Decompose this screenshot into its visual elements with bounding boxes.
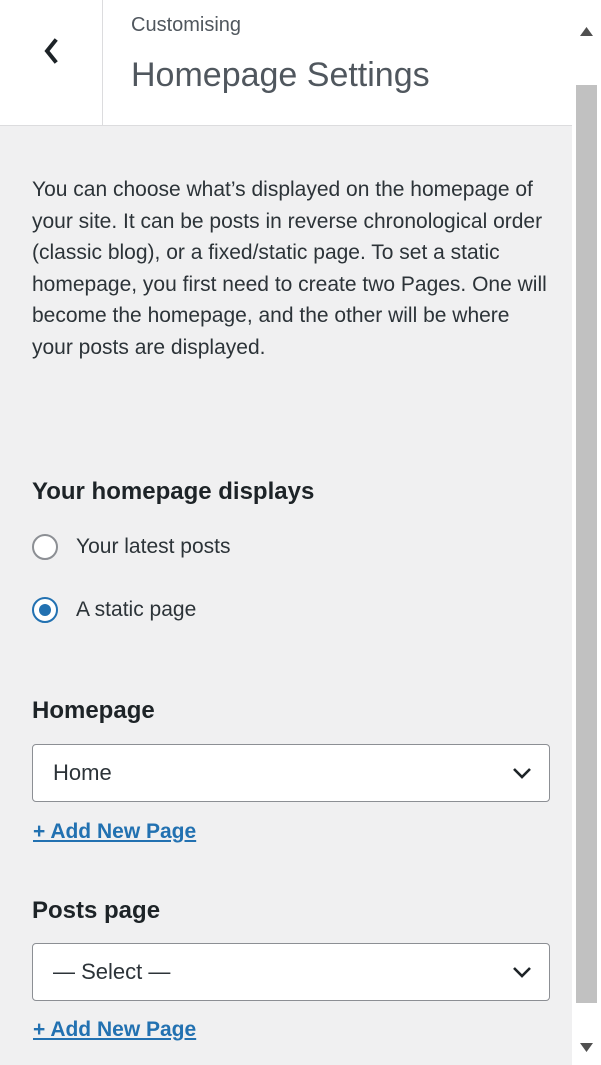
triangle-up-icon[interactable] bbox=[580, 27, 593, 36]
posts-page-label: Posts page bbox=[32, 897, 161, 924]
posts-page-select[interactable]: — Select — bbox=[32, 943, 550, 1001]
back-button[interactable] bbox=[0, 0, 103, 125]
triangle-down-icon[interactable] bbox=[580, 1043, 593, 1052]
homepage-select-value: Home bbox=[53, 760, 112, 785]
section-description: You can choose what’s displayed on the h… bbox=[32, 178, 547, 359]
chevron-down-icon bbox=[513, 768, 531, 779]
homepage-select[interactable]: Home bbox=[32, 744, 550, 802]
radio-label: Your latest posts bbox=[76, 535, 231, 558]
radio-label: A static page bbox=[76, 598, 197, 621]
customizer-panel: Customising Homepage Settings You can ch… bbox=[0, 0, 572, 1065]
radio-latest-posts[interactable]: Your latest posts bbox=[32, 534, 231, 560]
panel-header: Customising Homepage Settings bbox=[0, 0, 572, 126]
homepage-label: Homepage bbox=[32, 697, 155, 724]
homepage-displays-heading: Your homepage displays bbox=[32, 478, 315, 505]
chevron-down-icon bbox=[513, 967, 531, 978]
panel-title: Homepage Settings bbox=[131, 56, 430, 94]
panel-subtitle: Customising bbox=[131, 14, 242, 36]
radio-button[interactable] bbox=[32, 597, 58, 623]
posts-page-select-value: — Select — bbox=[53, 959, 171, 984]
scrollbar[interactable] bbox=[572, 0, 601, 1065]
radio-static-page[interactable]: A static page bbox=[32, 597, 196, 623]
add-new-page-link[interactable]: + Add New Page bbox=[33, 820, 196, 844]
chevron-left-icon bbox=[44, 38, 58, 64]
add-new-page-link[interactable]: + Add New Page bbox=[33, 1018, 196, 1042]
scrollbar-thumb[interactable] bbox=[576, 85, 597, 1003]
radio-button[interactable] bbox=[32, 534, 58, 560]
